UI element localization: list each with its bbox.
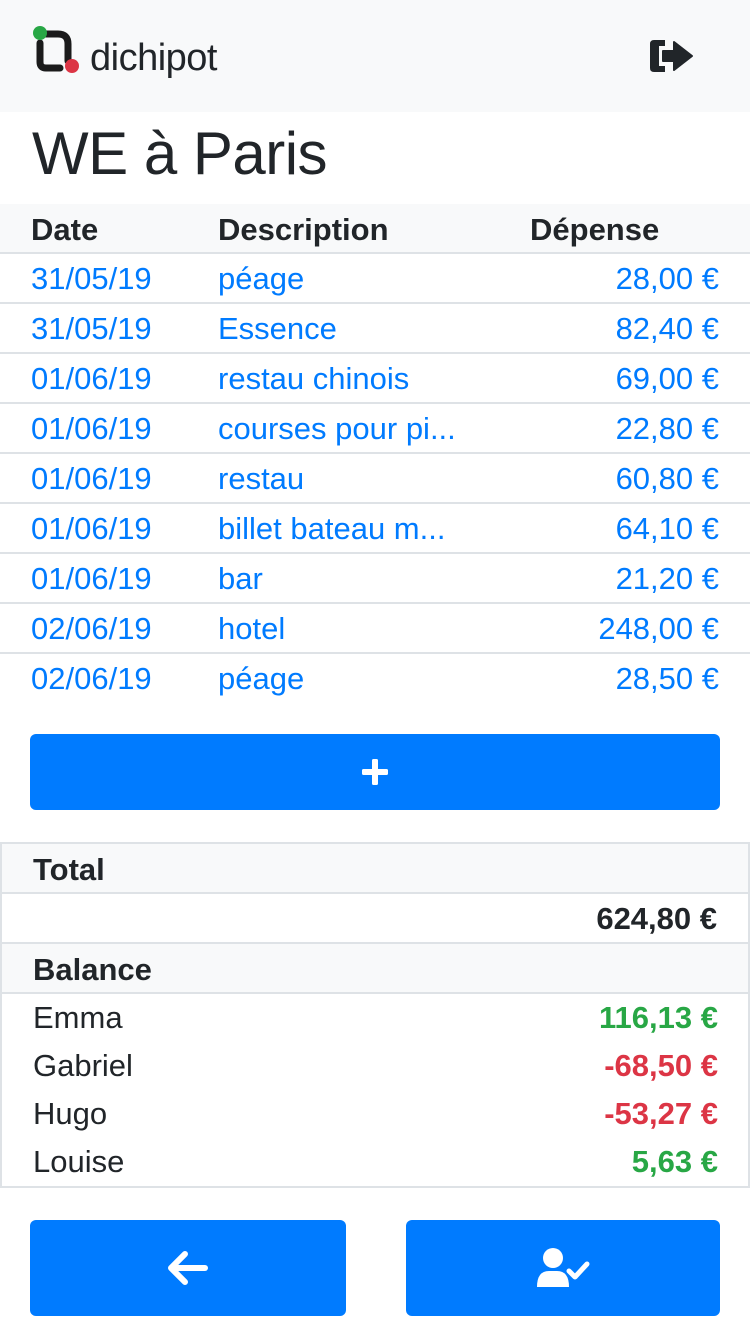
expense-description[interactable]: restau <box>218 461 473 497</box>
user-check-icon <box>537 1248 590 1287</box>
settle-up-button[interactable] <box>406 1220 720 1316</box>
expense-amount[interactable]: 248,00 € <box>598 611 719 647</box>
column-header-description: Description <box>218 212 389 247</box>
arrow-left-icon <box>168 1251 208 1285</box>
expense-amount[interactable]: 64,10 € <box>616 511 719 547</box>
expense-date[interactable]: 31/05/19 <box>31 261 152 297</box>
balance-row: Louise 5,63 € <box>2 1138 748 1186</box>
expense-row[interactable]: 01/06/19 restau 60,80 € <box>0 454 750 504</box>
balance-header: Balance <box>2 944 748 994</box>
balance-name: Gabriel <box>33 1048 133 1083</box>
summary-card: Total 624,80 € Balance Emma 116,13 € Gabri… <box>0 842 750 1188</box>
expense-date[interactable]: 01/06/19 <box>31 461 152 497</box>
expense-date[interactable]: 01/06/19 <box>31 511 152 547</box>
expense-row[interactable]: 31/05/19 péage 28,00 € <box>0 254 750 304</box>
expense-row[interactable]: 02/06/19 hotel 248,00 € <box>0 604 750 654</box>
sign-out-icon[interactable] <box>648 36 694 76</box>
expense-description[interactable]: péage <box>218 261 473 297</box>
balance-name: Hugo <box>33 1096 108 1131</box>
expense-date[interactable]: 02/06/19 <box>31 611 152 647</box>
expense-amount[interactable]: 69,00 € <box>616 361 719 397</box>
balance-row: Gabriel -68,50 € <box>2 1042 748 1090</box>
expense-amount[interactable]: 28,50 € <box>616 661 719 697</box>
total-value: 624,80 € <box>596 901 717 936</box>
logo-green-dot <box>33 26 47 40</box>
balance-amount: -53,27 € <box>604 1096 718 1131</box>
balance-name: Emma <box>33 1000 123 1035</box>
total-label: Total <box>33 852 105 887</box>
back-button[interactable] <box>30 1220 346 1316</box>
navbar: dichipot <box>0 0 750 112</box>
balance-name: Louise <box>33 1144 125 1179</box>
expense-row[interactable]: 31/05/19 Essence 82,40 € <box>0 304 750 354</box>
expense-description[interactable]: péage <box>218 661 473 697</box>
logo-red-dot <box>65 59 79 73</box>
expense-date[interactable]: 01/06/19 <box>31 411 152 447</box>
brand-name[interactable]: dichipot <box>90 36 217 80</box>
total-header: Total <box>2 844 748 894</box>
expenses-table-header: Date Description Dépense <box>0 204 750 254</box>
expense-description[interactable]: restau chinois <box>218 361 473 397</box>
expense-date[interactable]: 02/06/19 <box>31 661 152 697</box>
expense-row[interactable]: 02/06/19 péage 28,50 € <box>0 654 750 704</box>
balance-amount: 116,13 € <box>599 1000 718 1035</box>
balance-label: Balance <box>33 952 152 987</box>
expense-amount[interactable]: 21,20 € <box>616 561 719 597</box>
column-header-amount: Dépense <box>530 212 660 247</box>
expense-row[interactable]: 01/06/19 bar 21,20 € <box>0 554 750 604</box>
expense-description[interactable]: hotel <box>218 611 473 647</box>
expense-amount[interactable]: 28,00 € <box>616 261 719 297</box>
balance-row: Emma 116,13 € <box>2 994 748 1042</box>
balance-amount: -68,50 € <box>604 1048 718 1083</box>
expense-amount[interactable]: 22,80 € <box>616 411 719 447</box>
expense-date[interactable]: 01/06/19 <box>31 361 152 397</box>
expense-date[interactable]: 01/06/19 <box>31 561 152 597</box>
divider <box>2 892 748 894</box>
expense-description[interactable]: Essence <box>218 311 473 347</box>
expense-description[interactable]: bar <box>218 561 473 597</box>
expenses-table: Date Description Dépense 31/05/19 péage 28… <box>0 204 750 704</box>
expense-description[interactable]: courses pour pi... <box>218 411 473 447</box>
page-title: WE à Paris <box>32 120 328 187</box>
expense-row[interactable]: 01/06/19 courses pour pi... 22,80 € <box>0 404 750 454</box>
expense-amount[interactable]: 82,40 € <box>616 311 719 347</box>
dichipot-logo[interactable] <box>32 26 80 74</box>
column-header-date: Date <box>31 212 99 247</box>
expense-date[interactable]: 31/05/19 <box>31 311 152 347</box>
plus-icon <box>362 759 388 785</box>
expense-row[interactable]: 01/06/19 restau chinois 69,00 € <box>0 354 750 404</box>
expense-row[interactable]: 01/06/19 billet bateau m... 64,10 € <box>0 504 750 554</box>
balance-row: Hugo -53,27 € <box>2 1090 748 1138</box>
add-expense-button[interactable] <box>30 734 720 810</box>
expense-amount[interactable]: 60,80 € <box>616 461 719 497</box>
expense-description[interactable]: billet bateau m... <box>218 511 473 547</box>
balance-amount: 5,63 € <box>631 1144 718 1179</box>
